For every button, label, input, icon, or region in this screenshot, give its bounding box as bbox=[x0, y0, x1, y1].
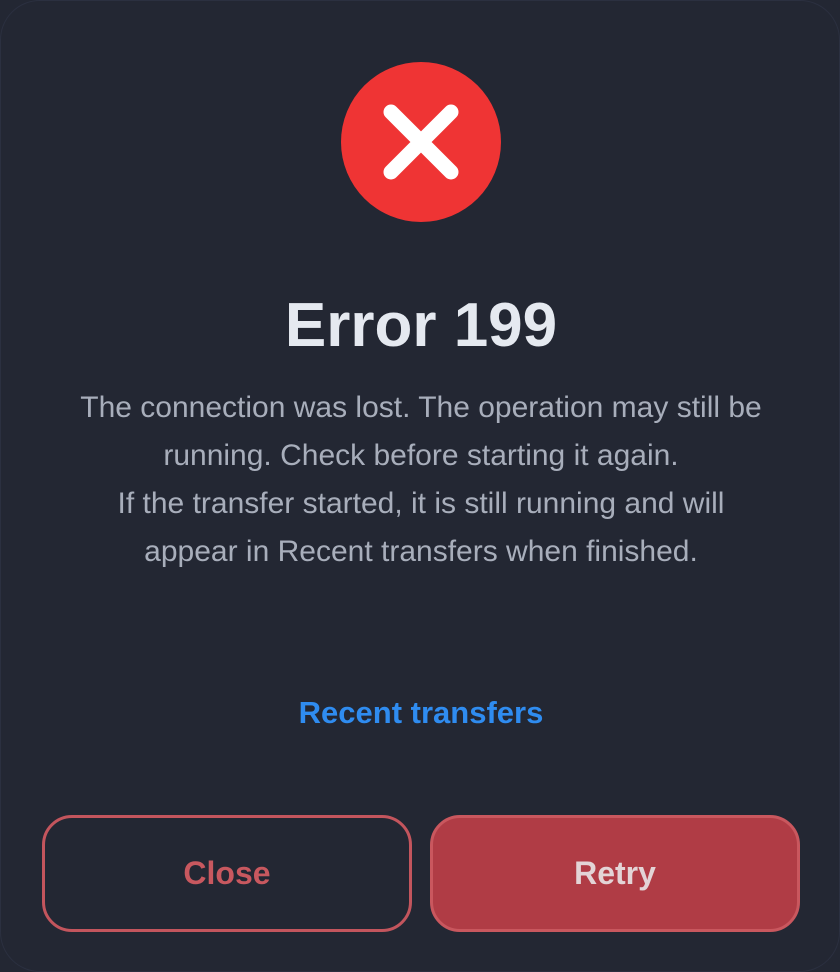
close-button[interactable]: Close bbox=[42, 815, 412, 932]
error-x-icon bbox=[341, 62, 501, 222]
recent-transfers-link[interactable]: Recent transfers bbox=[1, 691, 840, 735]
error-title: Error 199 bbox=[284, 291, 558, 360]
error-message-line: The connection was lost. The operation m… bbox=[80, 391, 762, 472]
error-message-line: If the transfer started, it is still run… bbox=[117, 487, 725, 568]
retry-button[interactable]: Retry bbox=[430, 815, 800, 932]
error-dialog: Error 199 The connection was lost. The o… bbox=[0, 0, 840, 972]
error-message: The connection was lost. The operation m… bbox=[71, 384, 771, 576]
